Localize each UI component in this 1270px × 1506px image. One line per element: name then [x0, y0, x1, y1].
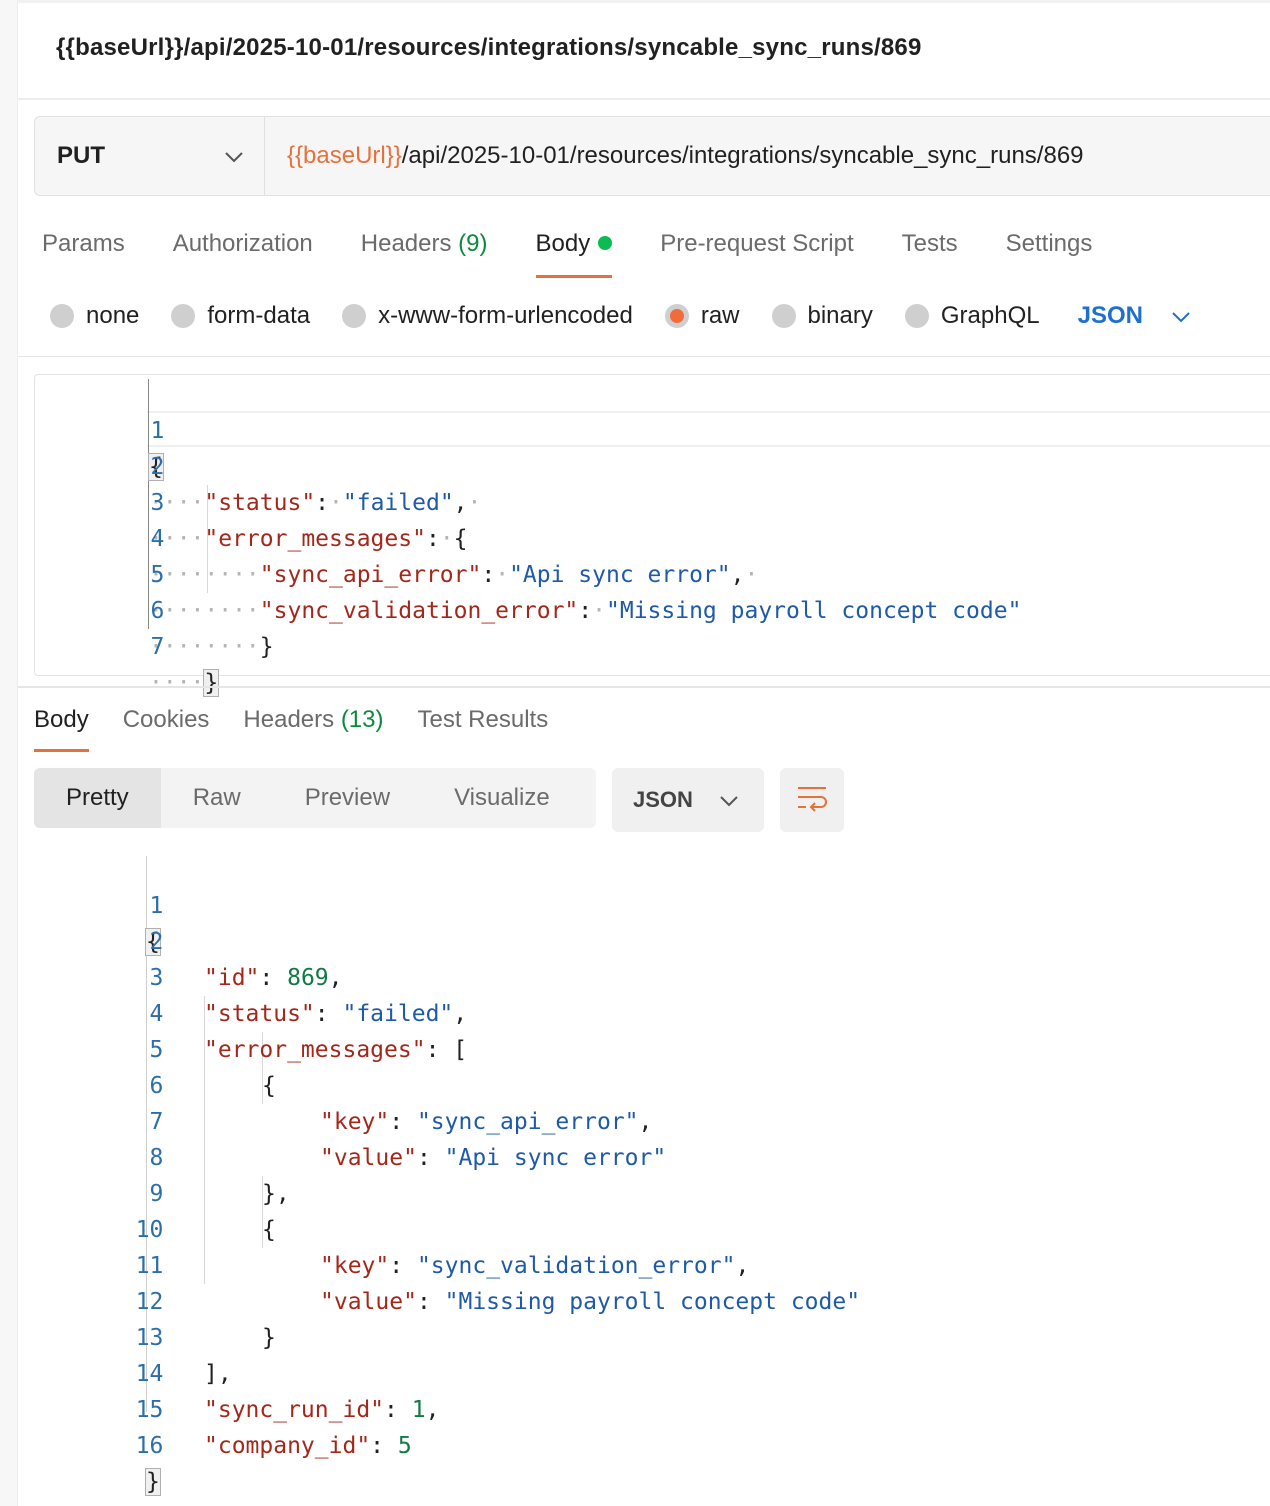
left-sidebar-strip — [0, 0, 18, 1506]
headers-count: (9) — [458, 230, 488, 257]
radio-circle — [904, 304, 929, 328]
request-title[interactable]: {{baseUrl}}/api/2025-10-01/resources/int… — [56, 34, 922, 62]
radio-circle — [342, 304, 367, 328]
chevron-down-icon — [224, 142, 244, 170]
code-line: 12 } — [135, 1289, 276, 1351]
radio-binary[interactable]: binary — [771, 302, 873, 330]
radio-graphql[interactable]: GraphQL — [904, 302, 1040, 330]
code-line: 3 ····"error_messages":·{ — [149, 490, 468, 552]
code-line: 7 "value": "Api sync error" — [149, 1109, 667, 1171]
code-line: 9 { — [149, 1181, 276, 1243]
radio-circle — [171, 304, 196, 328]
tab-response-headers[interactable]: Headers (13) — [243, 704, 383, 752]
request-body-editor[interactable]: 1 { 2 ····"status":·"failed",· 3 ····"er… — [34, 374, 1270, 697]
view-visualize-button[interactable]: Visualize — [422, 768, 582, 828]
body-modified-dot — [598, 236, 613, 250]
url-path: /api/2025-10-01/resources/integrations/s… — [401, 142, 1084, 169]
url-variable: {{baseUrl}} — [287, 142, 402, 169]
response-body-viewer[interactable]: 1 { 2 "id": 869, 3 "status": "failed", 4… — [34, 852, 1270, 1496]
code-line: 5 { — [149, 1037, 276, 1099]
code-line: 3 "status": "failed", — [149, 965, 468, 1027]
code-line: 13 ], — [135, 1325, 232, 1387]
radio-circle — [50, 304, 74, 328]
request-tabs: Params Authorization Headers (9) Body Pr… — [42, 228, 1140, 278]
tab-test-results[interactable]: Test Results — [418, 704, 549, 752]
divider — [18, 98, 1270, 100]
tab-cookies[interactable]: Cookies — [123, 704, 210, 752]
tab-bar-edge — [18, 0, 1270, 3]
code-line: 7 ····} — [149, 634, 220, 697]
body-language-select[interactable]: JSON — [1078, 302, 1191, 330]
radio-x-www-form-urlencoded[interactable]: x-www-form-urlencoded — [342, 302, 633, 330]
tab-headers[interactable]: Headers (9) — [361, 228, 488, 278]
code-line: 2 ····"status":·"failed",· — [149, 454, 482, 516]
response-headers-count: (13) — [340, 706, 384, 733]
tab-authorization[interactable]: Authorization — [173, 228, 313, 278]
radio-none[interactable]: none — [50, 302, 139, 330]
code-line: 4 ········"sync_api_error":·"Api sync er… — [149, 526, 759, 588]
response-tabs: Body Cookies Headers (13) Test Results — [34, 704, 582, 752]
code-line: 10 "key": "sync_validation_error", — [135, 1217, 750, 1279]
body-type-options: none form-data x-www-form-urlencoded raw… — [50, 298, 1191, 334]
chevron-down-icon — [1171, 302, 1191, 330]
request-bar: PUT {{baseUrl}}/api/2025-10-01/resources… — [34, 116, 1270, 196]
code-line: 16 } — [135, 1433, 164, 1496]
url-input[interactable]: {{baseUrl}}/api/2025-10-01/resources/int… — [265, 117, 1270, 195]
chevron-down-icon — [719, 787, 739, 813]
tab-response-body[interactable]: Body — [34, 704, 89, 752]
code-line: 4 "error_messages": [ — [149, 1001, 468, 1063]
divider — [18, 356, 1270, 357]
tab-params[interactable]: Params — [42, 228, 125, 278]
radio-raw[interactable]: raw — [664, 302, 740, 330]
code-line: 11 "value": "Missing payroll concept cod… — [135, 1253, 861, 1315]
radio-circle-selected — [664, 304, 689, 328]
tab-settings[interactable]: Settings — [1006, 228, 1093, 278]
view-preview-button[interactable]: Preview — [273, 768, 422, 828]
code-line: 5 ········"sync_validation_error":·"Miss… — [149, 562, 1022, 624]
wrap-lines-button[interactable] — [780, 768, 844, 832]
wrap-lines-icon — [796, 784, 828, 817]
response-format-select[interactable]: JSON — [612, 768, 764, 832]
response-divider[interactable] — [18, 686, 1270, 688]
radio-form-data[interactable]: form-data — [171, 302, 310, 330]
code-line: 6 ········} — [149, 598, 274, 660]
code-line: 2 "id": 869, — [149, 929, 343, 991]
view-raw-button[interactable]: Raw — [161, 768, 273, 828]
code-line: 1 { — [148, 418, 165, 481]
code-line: 1 { — [145, 893, 164, 956]
tab-tests[interactable]: Tests — [902, 228, 958, 278]
code-line: 14 "sync_run_id": 1, — [135, 1361, 440, 1423]
code-line: 8 }, — [149, 1145, 290, 1207]
method-select[interactable]: PUT — [35, 117, 265, 195]
view-pretty-button[interactable]: Pretty — [34, 768, 161, 828]
code-line: 6 "key": "sync_api_error", — [149, 1073, 653, 1135]
method-label: PUT — [57, 142, 105, 169]
tab-body[interactable]: Body — [535, 228, 613, 278]
radio-circle — [771, 304, 796, 328]
view-mode-toggle: Pretty Raw Preview Visualize — [34, 768, 596, 828]
tab-pre-request-script[interactable]: Pre-request Script — [660, 228, 853, 278]
code-line: 15 "company_id": 5 — [135, 1397, 412, 1459]
